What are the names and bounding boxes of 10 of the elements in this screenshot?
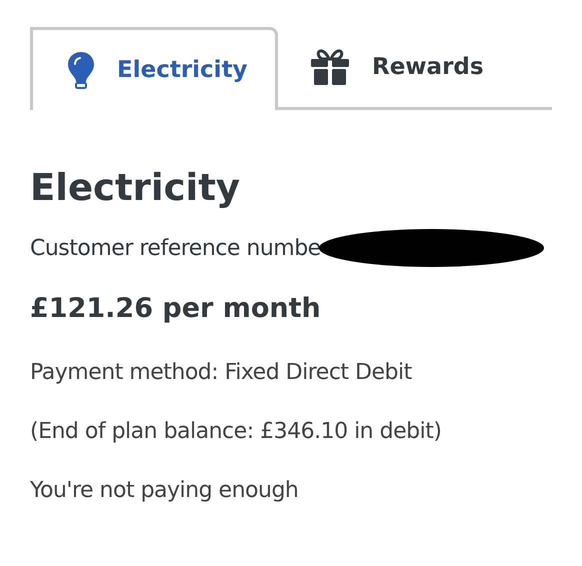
monthly-amount: £121.26 per month — [30, 292, 322, 326]
gift-icon — [310, 48, 350, 86]
detail-text: Payment method: Fixed Direct Debit — [30, 358, 413, 387]
lightbulb-icon — [67, 51, 95, 89]
detail-text: (End of plan balance: £346.10 in debit) — [30, 418, 442, 446]
tab[interactable]: Rewards — [278, 27, 552, 110]
reference-label: Customer reference numbe — [30, 234, 321, 263]
heading: Electricity — [30, 165, 242, 211]
detail-text: You're not paying enough — [30, 476, 300, 505]
tab[interactable]: Electricity — [30, 27, 278, 110]
